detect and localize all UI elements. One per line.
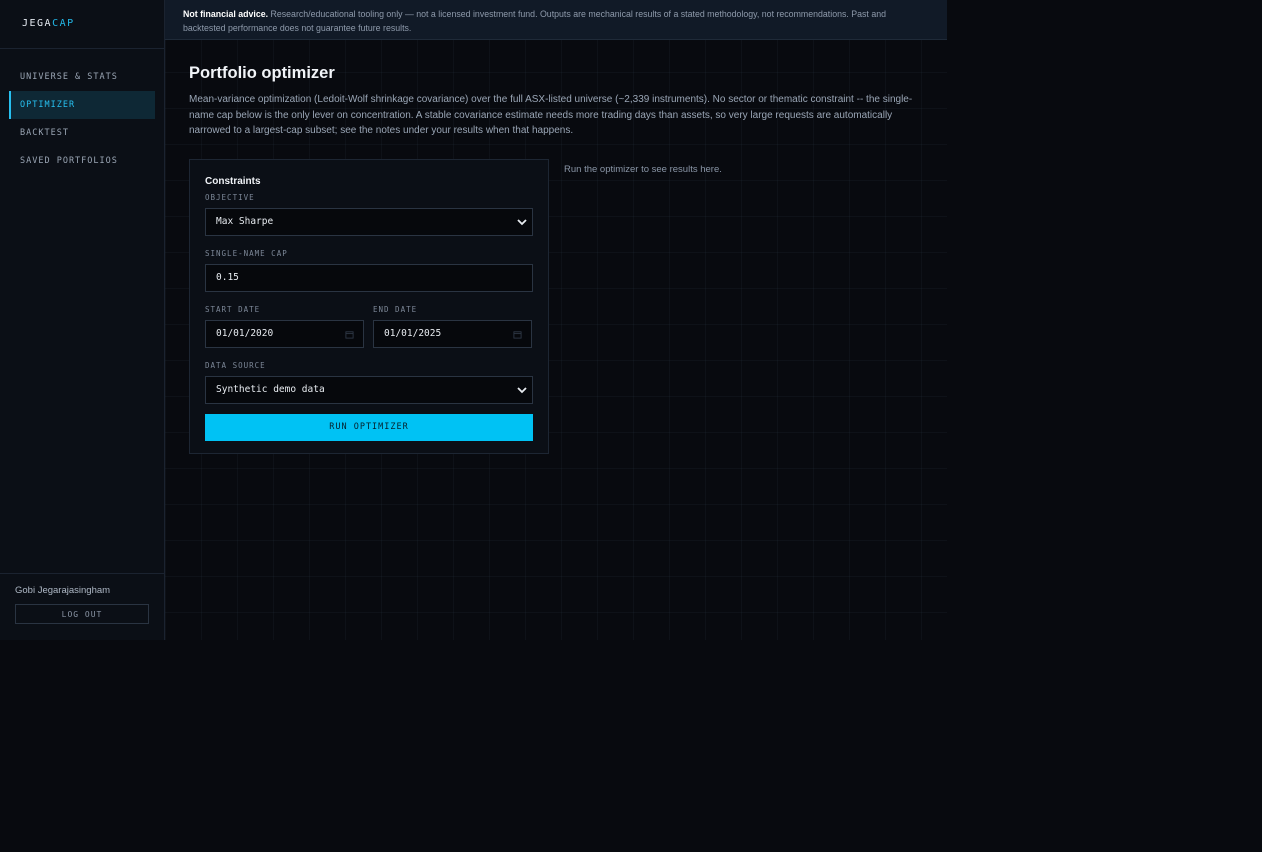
- disclaimer-banner: Not financial advice. Research/education…: [165, 0, 947, 40]
- sidebar-item-label: OPTIMIZER: [20, 100, 76, 110]
- sidebar-footer: Gobi Jegarajasingham LOG OUT: [0, 573, 164, 640]
- end-date-label: END DATE: [373, 304, 418, 314]
- brand-part-1: JEGA: [22, 18, 53, 29]
- calendar-icon[interactable]: [345, 330, 354, 339]
- date-range-group: START DATE 01/01/2020 END DATE 01/01/202…: [205, 305, 533, 348]
- sidebar-item-universe-stats[interactable]: UNIVERSE & STATS: [9, 63, 155, 91]
- data-source-value: Synthetic demo data: [216, 384, 325, 395]
- data-source-group: DATA SOURCE Synthetic demo data: [205, 361, 533, 404]
- start-date-label: START DATE: [205, 304, 261, 314]
- start-date-value: 01/01/2020: [216, 328, 274, 339]
- sidebar-item-label: BACKTEST: [20, 128, 69, 138]
- objective-value: Max Sharpe: [216, 216, 274, 227]
- objective-label: OBJECTIVE: [205, 192, 255, 202]
- chevron-down-icon: [517, 218, 527, 225]
- end-date-value: 01/01/2025: [384, 328, 442, 339]
- data-source-label: DATA SOURCE: [205, 360, 266, 370]
- cap-group: SINGLE-NAME CAP 0.15: [205, 249, 533, 292]
- user-name: Gobi Jegarajasingham: [15, 585, 111, 596]
- sidebar: JEGACAP UNIVERSE & STATS OPTIMIZER BACKT…: [0, 0, 165, 640]
- constraints-title: Constraints: [205, 175, 261, 187]
- single-name-cap-input[interactable]: 0.15: [205, 263, 533, 292]
- page-description: Mean-variance optimization (Ledoit-Wolf …: [189, 94, 913, 136]
- start-date-group: START DATE 01/01/2020: [205, 305, 364, 348]
- disclaimer-text: Research/educational tooling only — not …: [183, 9, 886, 33]
- main-area: Not financial advice. Research/education…: [165, 0, 947, 640]
- end-date-group: END DATE 01/01/2025: [373, 305, 532, 348]
- sidebar-item-optimizer[interactable]: OPTIMIZER: [9, 91, 155, 119]
- chevron-down-icon: [517, 386, 527, 393]
- cap-value: 0.15: [216, 272, 239, 283]
- disclaimer-bold: Not financial advice.: [183, 9, 269, 19]
- page-content: Portfolio optimizer Mean-variance optimi…: [165, 40, 947, 454]
- cap-label: SINGLE-NAME CAP: [205, 248, 288, 258]
- start-date-input[interactable]: 01/01/2020: [205, 319, 364, 348]
- sidebar-item-label: UNIVERSE & STATS: [20, 72, 118, 82]
- sidebar-item-backtest[interactable]: BACKTEST: [9, 119, 155, 147]
- objective-select[interactable]: Max Sharpe: [205, 207, 533, 236]
- data-source-select[interactable]: Synthetic demo data: [205, 375, 533, 404]
- run-optimizer-button[interactable]: RUN OPTIMIZER: [205, 413, 533, 441]
- page-title: Portfolio optimizer: [189, 64, 335, 82]
- constraints-card: Constraints OBJECTIVE Max Sharpe SINGLE-…: [189, 158, 549, 454]
- end-date-input[interactable]: 01/01/2025: [373, 319, 532, 348]
- sidebar-item-label: SAVED PORTFOLIOS: [20, 156, 118, 166]
- brand-part-2: CAP: [52, 18, 75, 29]
- objective-group: OBJECTIVE Max Sharpe: [205, 193, 533, 236]
- sidebar-item-saved-portfolios[interactable]: SAVED PORTFOLIOS: [9, 147, 155, 175]
- calendar-icon[interactable]: [513, 330, 522, 339]
- sidebar-nav: UNIVERSE & STATS OPTIMIZER BACKTEST SAVE…: [0, 49, 164, 175]
- optimizer-row: Constraints OBJECTIVE Max Sharpe SINGLE-…: [189, 158, 923, 454]
- brand-logo[interactable]: JEGACAP: [0, 0, 164, 49]
- results-placeholder: Run the optimizer to see results here.: [564, 163, 722, 175]
- logout-button[interactable]: LOG OUT: [15, 604, 149, 624]
